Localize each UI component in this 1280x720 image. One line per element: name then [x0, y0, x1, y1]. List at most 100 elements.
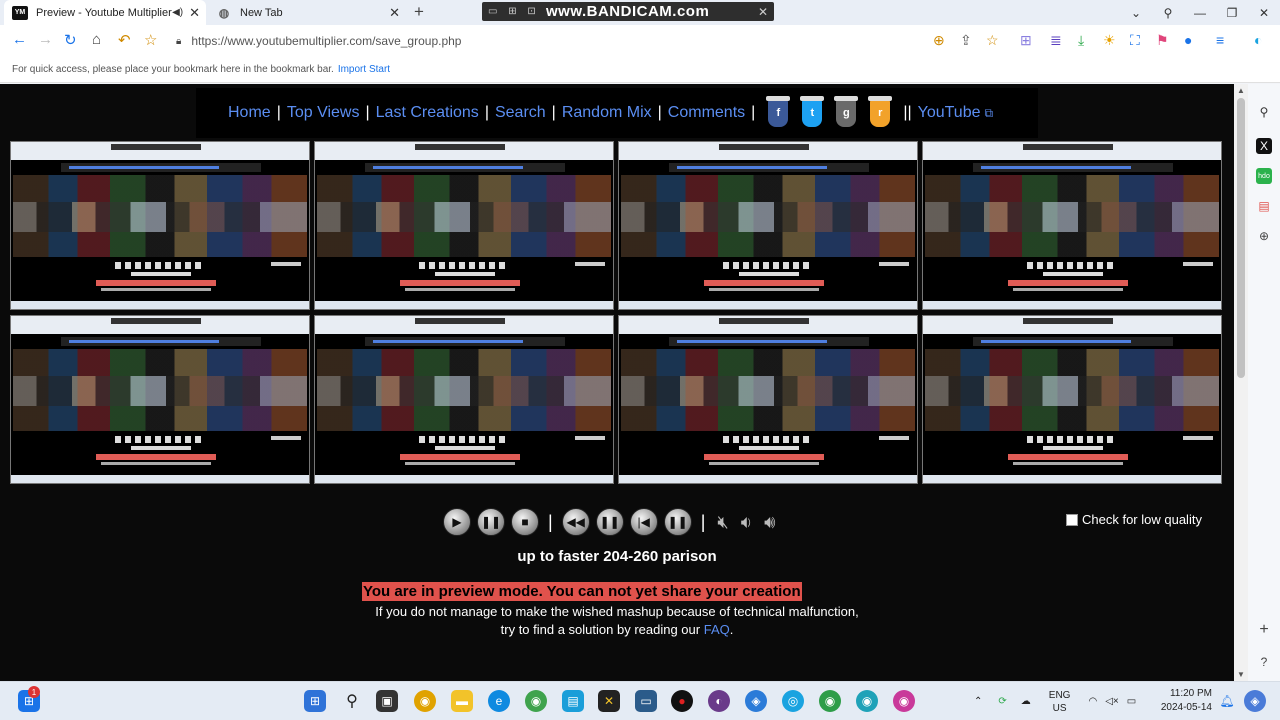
play-icon[interactable]: ▶	[443, 508, 471, 536]
bookmark-star-icon[interactable]: ☆	[144, 31, 157, 49]
chrome-icon[interactable]: ◉	[414, 690, 436, 712]
stop-icon[interactable]: ■	[511, 508, 539, 536]
video-tile-7[interactable]	[618, 315, 918, 484]
low-quality-option[interactable]: Check for low quality	[1066, 512, 1202, 527]
lock-icon[interactable]: 🔒︎	[176, 36, 181, 47]
speaker-icon[interactable]: ◀)	[172, 7, 183, 18]
sync-icon[interactable]: ⟳	[998, 696, 1006, 707]
gift-icon[interactable]: ⚑	[1156, 32, 1169, 49]
nav-comments[interactable]: Comments	[668, 104, 745, 122]
close-window-icon[interactable]: ✕	[1248, 6, 1280, 20]
help-icon[interactable]: ?	[1256, 654, 1272, 670]
close-tab-icon[interactable]: ✕	[189, 5, 200, 21]
close-tab-icon[interactable]: ✕	[389, 5, 400, 21]
safari-icon[interactable]: ◈	[745, 690, 767, 712]
notepad-icon[interactable]: ▤	[562, 690, 584, 712]
profile-icon[interactable]: ●	[1184, 32, 1192, 48]
volume-down-icon[interactable]: 🔉︎	[741, 512, 752, 533]
previous-icon[interactable]: |◀	[629, 508, 658, 536]
download-icon[interactable]: ⤓	[1078, 32, 1084, 49]
file-explorer-icon[interactable]: ▬	[451, 690, 473, 712]
nav-top-views[interactable]: Top Views	[287, 104, 360, 122]
pdf-icon[interactable]: ▤	[1256, 198, 1272, 214]
search-icon[interactable]: ⚲	[1256, 104, 1272, 120]
task-view-icon[interactable]: ▣	[376, 690, 398, 712]
video-tile-3[interactable]	[618, 141, 918, 310]
share-icon[interactable]: ⇪	[960, 32, 972, 49]
page-scrollbar[interactable]: ▲ ▼	[1234, 84, 1248, 681]
twitter-icon[interactable]: t	[800, 96, 825, 127]
copilot-icon[interactable]: ◐	[1254, 32, 1262, 48]
chrome-profile-icon[interactable]: ◉	[525, 690, 547, 712]
import-bookmarks-link[interactable]: Import Start	[338, 64, 390, 75]
low-quality-checkbox[interactable]	[1066, 513, 1078, 526]
nav-random-mix[interactable]: Random Mix	[562, 104, 652, 122]
mute-icon[interactable]: 🔇︎	[717, 512, 728, 533]
back-icon[interactable]: ←	[12, 31, 27, 48]
video-tile-1[interactable]	[10, 141, 310, 310]
sun-icon[interactable]: ☀	[1103, 32, 1116, 49]
pin-icon[interactable]: ⚲	[1152, 6, 1184, 20]
bandicam-icon[interactable]: ✕	[598, 690, 620, 712]
app-icon[interactable]: ◐	[708, 690, 730, 712]
video-tile-6[interactable]	[314, 315, 614, 484]
address-bar[interactable]: 🔒︎ https://www.youtubemultiplier.com/sav…	[176, 29, 1016, 53]
pause-all-icon[interactable]: ❚❚	[595, 508, 624, 536]
menu-icon[interactable]: ≡	[1216, 32, 1224, 48]
notifications-bell-icon[interactable]: 🔔︎	[1216, 690, 1238, 712]
recorder-controls[interactable]: ▭ ⊞ ⊡	[482, 6, 546, 17]
volume-icon[interactable]: ◁×	[1105, 696, 1119, 707]
edge-active-icon[interactable]: ◎	[782, 690, 804, 712]
edge-icon[interactable]: e	[488, 690, 510, 712]
gamepad-icon[interactable]: ⊕	[1256, 228, 1272, 244]
battery-icon[interactable]: ▭	[1127, 696, 1136, 707]
extensions-icon[interactable]: ⊞	[1020, 32, 1032, 49]
rss-icon[interactable]: r	[868, 96, 893, 127]
tab-youtube-multiplier[interactable]: YM Preview - Youtube Multiplier ◀) ✕	[4, 0, 206, 25]
language-indicator[interactable]: ENG US	[1049, 689, 1071, 715]
screenshot-icon[interactable]: ⛶	[1130, 32, 1140, 49]
video-tile-2[interactable]	[314, 141, 614, 310]
record-icon[interactable]: ●	[671, 690, 693, 712]
wifi-icon[interactable]: ◠	[1088, 696, 1097, 707]
minimize-icon[interactable]: —	[1184, 6, 1216, 20]
tab-list-icon[interactable]: ⌄	[1120, 6, 1152, 20]
collections-icon[interactable]: ≣	[1050, 32, 1062, 49]
nav-search[interactable]: Search	[495, 104, 546, 122]
google-icon[interactable]: g	[834, 96, 859, 127]
youtube-link[interactable]: YouTube	[918, 104, 981, 122]
chrome-profile-4-icon[interactable]: ◉	[893, 690, 915, 712]
external-link-icon[interactable]: ⧉	[985, 106, 994, 121]
pause-icon[interactable]: ❚❚	[477, 508, 505, 536]
x-icon[interactable]: X	[1256, 138, 1272, 154]
close-icon[interactable]: ✕	[758, 5, 774, 19]
nav-home[interactable]: Home	[228, 104, 271, 122]
search-icon[interactable]: ⚲	[341, 690, 363, 712]
cloud-icon[interactable]: ☁	[1021, 696, 1031, 707]
copilot-taskbar-icon[interactable]: ◈	[1244, 690, 1266, 712]
volume-up-icon[interactable]: 🔊︎	[764, 512, 775, 533]
undo-close-icon[interactable]: ↶	[118, 31, 131, 49]
scrollbar-thumb[interactable]	[1237, 98, 1245, 378]
scroll-up-icon[interactable]: ▲	[1237, 86, 1245, 95]
chrome-profile-2-icon[interactable]: ◉	[819, 690, 841, 712]
rewind-icon[interactable]: ◀◀	[561, 508, 590, 536]
windows-start-icon[interactable]: ⊞	[304, 690, 326, 712]
tab-new-tab[interactable]: ◍ New Tab ✕	[210, 0, 406, 25]
chevron-up-icon[interactable]: ⌃	[974, 696, 982, 707]
video-tile-5[interactable]	[10, 315, 310, 484]
nav-last-creations[interactable]: Last Creations	[376, 104, 479, 122]
maximize-icon[interactable]: ❐	[1216, 6, 1248, 20]
forward-icon[interactable]: →	[38, 31, 53, 48]
add-sidebar-icon[interactable]: +	[1256, 621, 1272, 638]
zoom-icon[interactable]: ⊕	[933, 32, 945, 49]
photos-icon[interactable]: ▭	[635, 690, 657, 712]
video-tile-4[interactable]	[922, 141, 1222, 310]
facebook-icon[interactable]: f	[766, 96, 791, 127]
scroll-down-icon[interactable]: ▼	[1237, 670, 1245, 679]
clock[interactable]: 11:20 PM 2024-05-14	[1152, 687, 1212, 715]
chrome-profile-3-icon[interactable]: ◉	[856, 690, 878, 712]
video-tile-8[interactable]	[922, 315, 1222, 484]
new-tab-button[interactable]: +	[414, 2, 424, 22]
pause-secondary-icon[interactable]: ❚❚	[663, 508, 692, 536]
